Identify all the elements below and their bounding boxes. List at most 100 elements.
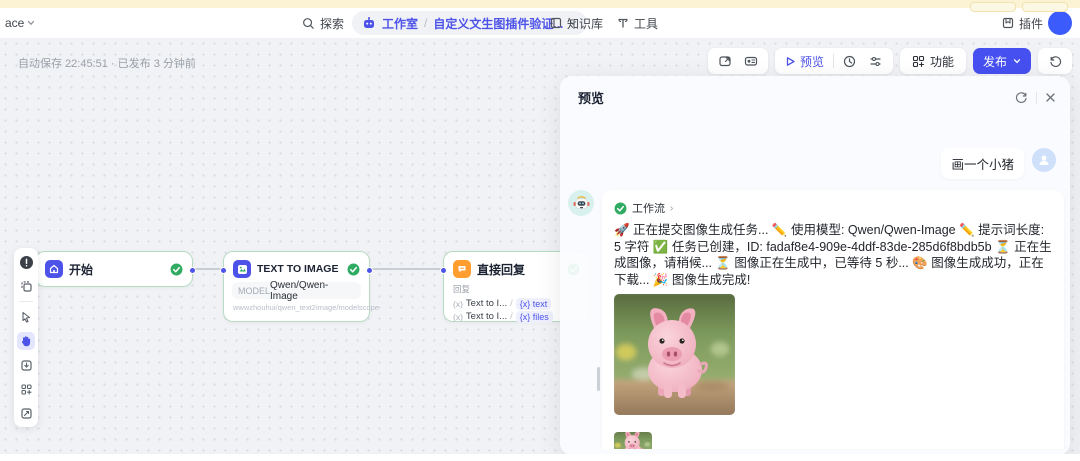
copy-icon [20,280,33,293]
layout-grid-icon [912,55,925,68]
variable-icon: (x) [453,299,463,309]
reply-row-separator: / [510,298,513,309]
workspace-switcher[interactable]: ace [5,16,35,30]
generated-pig-image[interactable] [614,294,735,415]
pan-tool-button[interactable] [17,332,35,350]
settings-button[interactable] [863,50,889,72]
auto-layout-button[interactable] [17,380,35,398]
preview-button[interactable]: 预览 [779,53,830,70]
import-button[interactable] [17,356,35,374]
user-message-bubble: 画一个小猪 [941,148,1024,179]
model-value: Qwen/Qwen-Image [270,280,355,302]
chevron-right-icon: › [670,203,673,214]
generated-pig-thumbnail[interactable] [614,432,652,449]
reply-row-tag: {x} text [516,298,552,310]
nav-tools-label: 工具 [634,15,658,32]
add-node-button[interactable] [17,253,35,271]
check-circle-icon [347,263,360,276]
nav-plugin-label: 插件 [1019,15,1043,32]
import-icon [20,359,33,372]
banner-button[interactable] [1022,2,1068,12]
input-port[interactable] [220,267,227,274]
check-circle-icon [170,263,183,276]
reply-row-source: Text to I... [466,311,507,322]
publish-button-label: 发布 [983,53,1007,70]
export-button[interactable] [712,50,738,72]
tti-node-icon [233,260,251,278]
scrollbar[interactable] [597,367,600,391]
output-port[interactable] [366,267,373,274]
image-icon [237,264,248,275]
nav-tools[interactable]: 工具 [617,15,658,32]
autosave-status: 自动保存 22:45:51 · 已发布 3 分钟前 [18,55,196,71]
edge-start-to-tti [193,268,223,270]
top-navigation: ace 探索 工作室 / 自定义文生图插件验证... 知识库 工具 插件 [0,8,1080,38]
functions-button-label: 功能 [930,53,954,70]
model-label: MODEL [238,286,270,296]
banner-button[interactable] [970,2,1016,12]
clock-icon [843,55,856,68]
robot-icon [573,196,590,211]
copy-button[interactable] [17,277,35,295]
select-tool-button[interactable] [17,308,35,326]
bot-message-card: 工作流 › 🚀 正在提交图像生成任务... ✏️ 使用模型: Qwen/Qwen… [602,190,1064,449]
user-avatar[interactable] [1048,11,1072,35]
node-text-to-image[interactable]: TEXT TO IMAGE MODEL Qwen/Qwen-Image wwwz… [223,251,370,322]
notice-banner [0,0,1080,8]
workflow-badge[interactable]: 工作流 › [614,200,673,216]
functions-button[interactable]: 功能 [904,53,962,70]
close-icon[interactable] [1045,92,1056,103]
auto-layout-icon [20,383,33,396]
tti-node-title: TEXT TO IMAGE [257,263,341,275]
export-icon [718,54,732,68]
bot-message-row: 工作流 › 🚀 正在提交图像生成任务... ✏️ 使用模型: Qwen/Qwen… [568,190,1064,449]
chat-icon [457,264,467,274]
timer-button[interactable] [837,50,863,72]
nav-explore[interactable]: 探索 [302,15,344,32]
reply-node-title: 直接回复 [477,261,561,278]
start-node-title: 开始 [69,261,164,278]
record-button[interactable] [738,50,764,72]
chevron-down-icon [27,19,35,27]
history-icon [1049,55,1062,68]
refresh-icon[interactable] [1015,91,1028,104]
tools-icon [617,17,629,29]
reply-row-source: Text to I... [466,298,507,309]
chat-area: 画一个小猪 工作流 [560,112,1070,449]
start-node-icon [45,260,63,278]
home-icon [49,264,59,274]
nav-knowledge[interactable]: 知识库 [550,15,603,32]
node-start[interactable]: 开始 [35,251,193,287]
workflow-badge-label: 工作流 [632,200,665,216]
model-row: MODEL Qwen/Qwen-Image [232,282,361,299]
person-icon [1037,153,1051,167]
plugin-icon [1002,17,1014,29]
publish-button[interactable]: 发布 [973,48,1031,74]
breadcrumb-studio[interactable]: 工作室 [382,15,418,32]
search-icon [302,17,315,30]
fit-view-button[interactable] [17,404,35,422]
bottom-strip [0,454,1080,461]
camera-icon [744,54,758,68]
reply-row-tag: {x} files [516,311,553,323]
preview-button-label: 预览 [800,53,824,70]
breadcrumb-project[interactable]: 自定义文生图插件验证... [433,15,563,32]
preview-panel-header: 预览 [560,76,1070,113]
workspace-name: ace [5,16,24,30]
input-port[interactable] [440,267,447,274]
output-port[interactable] [189,267,196,274]
canvas-tools-sidebar [14,248,38,427]
play-icon [785,56,796,67]
user-chat-avatar [1032,148,1056,172]
tti-node-footer: wwwzhouhui/qwen_text2image/modelscope [224,299,369,318]
knowledge-icon [550,17,562,29]
nav-explore-label: 探索 [320,15,344,32]
bot-avatar [568,190,594,216]
breadcrumb-separator: / [424,16,427,30]
history-button[interactable] [1042,50,1068,72]
nav-knowledge-label: 知识库 [567,15,603,32]
bot-message-text: 🚀 正在提交图像生成任务... ✏️ 使用模型: Qwen/Qwen-Image… [614,222,1052,288]
preview-panel: 预览 画一个小猪 [560,76,1070,455]
info-circle-icon [19,255,34,270]
nav-plugin[interactable]: 插件 [1002,15,1043,32]
